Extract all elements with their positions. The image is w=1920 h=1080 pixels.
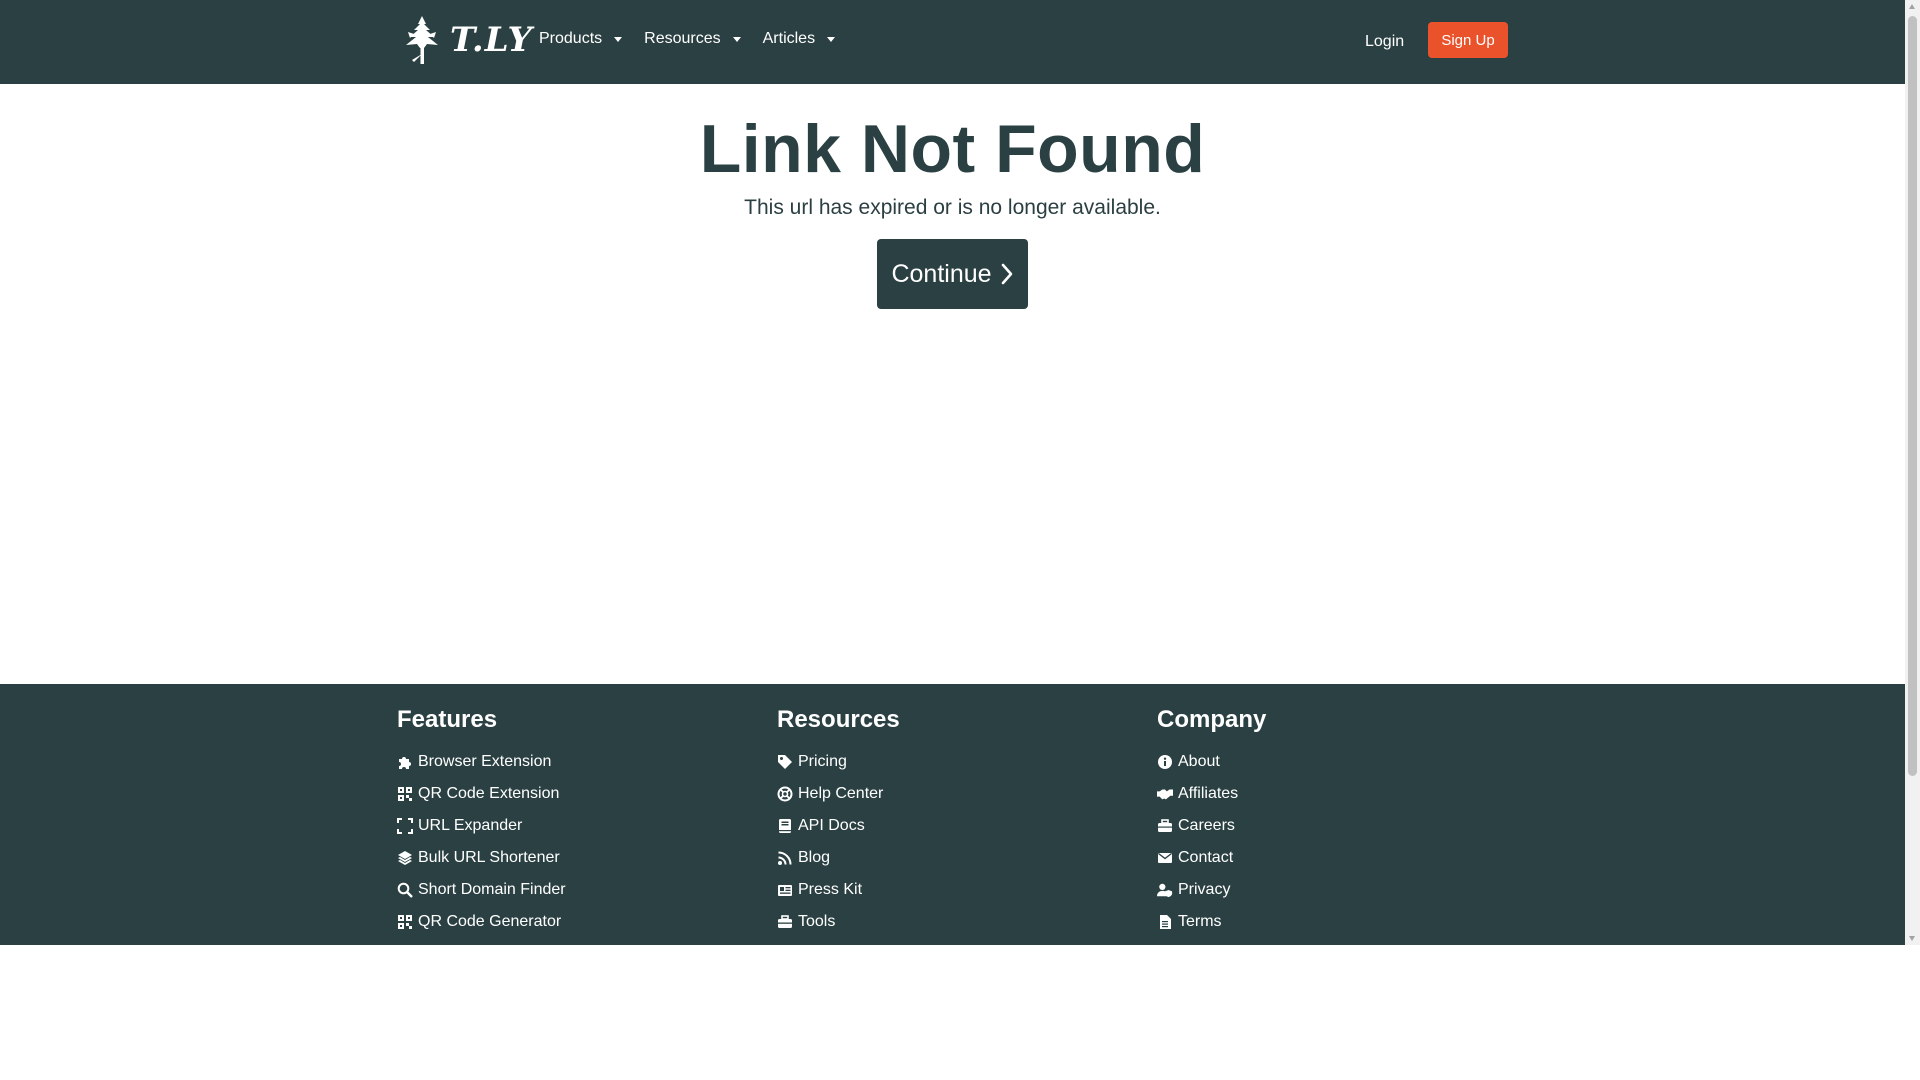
nav-articles[interactable]: Articles bbox=[762, 30, 836, 48]
footer-link-privacy[interactable]: Privacy bbox=[1157, 874, 1266, 906]
brand-logo-link[interactable]: T.LY bbox=[400, 12, 533, 68]
handshake-icon bbox=[1157, 786, 1173, 802]
qrcode-icon bbox=[397, 786, 413, 802]
brand-name: T.LY bbox=[450, 20, 533, 60]
footer-link-terms[interactable]: Terms bbox=[1157, 906, 1266, 938]
footer-link-label: QR Code Generator bbox=[418, 913, 562, 930]
main-content: Link Not Found This url has expired or i… bbox=[0, 84, 1905, 684]
top-navbar: T.LY Products Resources Articles Login S… bbox=[0, 0, 1905, 84]
file-icon bbox=[1157, 914, 1173, 930]
user-shield-icon bbox=[1157, 882, 1173, 898]
footer-link-press-kit[interactable]: Press Kit bbox=[777, 874, 900, 906]
nav-articles-label: Articles bbox=[762, 30, 816, 47]
signup-button[interactable]: Sign Up bbox=[1428, 22, 1508, 58]
toolbox-icon bbox=[777, 914, 793, 930]
page-title: Link Not Found bbox=[699, 111, 1206, 187]
footer-link-label: URL Expander bbox=[418, 817, 523, 834]
site-footer: Features Browser Extension QR Code Exten… bbox=[0, 684, 1905, 945]
expand-icon bbox=[397, 818, 413, 834]
footer-link-affiliates[interactable]: Affiliates bbox=[1157, 778, 1266, 810]
footer-heading-company: Company bbox=[1157, 706, 1267, 733]
footer-link-label: Browser Extension bbox=[418, 753, 552, 770]
footer-link-label: About bbox=[1178, 753, 1220, 770]
footer-link-pricing[interactable]: Pricing bbox=[777, 746, 900, 778]
footer-link-browser-extension[interactable]: Browser Extension bbox=[397, 746, 566, 778]
footer-link-label: API Docs bbox=[798, 817, 865, 834]
footer-link-label: Affiliates bbox=[1178, 785, 1239, 802]
book-icon bbox=[777, 818, 793, 834]
footer-link-careers[interactable]: Careers bbox=[1157, 810, 1266, 842]
caret-down-icon bbox=[732, 36, 741, 42]
page-subtitle: This url has expired or is no longer ava… bbox=[744, 196, 1161, 219]
puzzle-icon bbox=[397, 754, 413, 770]
footer-link-label: Short Domain Finder bbox=[418, 881, 566, 898]
briefcase-icon bbox=[1157, 818, 1173, 834]
nav-products-label: Products bbox=[539, 30, 603, 47]
footer-link-url-expander[interactable]: URL Expander bbox=[397, 810, 566, 842]
footer-link-blog[interactable]: Blog bbox=[777, 842, 900, 874]
nav-products[interactable]: Products bbox=[539, 30, 623, 48]
footer-link-label: Privacy bbox=[1178, 881, 1231, 898]
footer-link-label: QR Code Extension bbox=[418, 785, 560, 802]
footer-link-label: Blog bbox=[798, 849, 831, 866]
footer-link-label: Bulk URL Shortener bbox=[418, 849, 560, 866]
footer-col-resources: Resources Pricing Help Center API Docs B… bbox=[777, 706, 900, 938]
scroll-up-arrow-icon[interactable] bbox=[1909, 4, 1915, 9]
footer-link-label: Contact bbox=[1178, 849, 1234, 866]
footer-link-label: Press Kit bbox=[798, 881, 863, 898]
footer-link-qr-code-generator[interactable]: QR Code Generator bbox=[397, 906, 566, 938]
footer-col-company: Company About Affiliates Careers Contact… bbox=[1157, 706, 1266, 938]
footer-link-bulk-url-shortener[interactable]: Bulk URL Shortener bbox=[397, 842, 566, 874]
tree-logo-icon bbox=[400, 14, 444, 66]
qrcode-icon bbox=[397, 914, 413, 930]
tag-icon bbox=[777, 754, 793, 770]
chevron-right-icon bbox=[1001, 263, 1012, 285]
footer-link-label: Help Center bbox=[798, 785, 884, 802]
scrollbar-thumb[interactable] bbox=[1908, 16, 1917, 776]
envelope-icon bbox=[1157, 850, 1173, 866]
lifebuoy-icon bbox=[777, 786, 793, 802]
caret-down-icon bbox=[827, 36, 836, 42]
nav-resources-label: Resources bbox=[644, 30, 721, 47]
footer-col-features: Features Browser Extension QR Code Exten… bbox=[397, 706, 566, 938]
newspaper-icon bbox=[777, 882, 793, 898]
main-menu: Products Resources Articles bbox=[539, 30, 857, 48]
rss-icon bbox=[777, 850, 793, 866]
footer-link-label: Careers bbox=[1178, 817, 1235, 834]
layers-icon bbox=[397, 850, 413, 866]
footer-link-qr-code-extension[interactable]: QR Code Extension bbox=[397, 778, 566, 810]
footer-heading-resources: Resources bbox=[777, 706, 900, 733]
login-link[interactable]: Login bbox=[1365, 33, 1404, 51]
vertical-scrollbar[interactable] bbox=[1905, 0, 1920, 945]
footer-link-about[interactable]: About bbox=[1157, 746, 1266, 778]
blank-area bbox=[0, 945, 1920, 1080]
search-icon bbox=[397, 882, 413, 898]
continue-button[interactable]: Continue bbox=[877, 239, 1028, 309]
footer-link-short-domain-finder[interactable]: Short Domain Finder bbox=[397, 874, 566, 906]
footer-link-label: Terms bbox=[1178, 913, 1222, 930]
scroll-down-arrow-icon[interactable] bbox=[1909, 936, 1915, 941]
footer-link-api-docs[interactable]: API Docs bbox=[777, 810, 900, 842]
footer-link-help-center[interactable]: Help Center bbox=[777, 778, 900, 810]
nav-resources[interactable]: Resources bbox=[644, 30, 741, 48]
footer-heading-features: Features bbox=[397, 706, 498, 733]
footer-link-tools[interactable]: Tools bbox=[777, 906, 900, 938]
browser-viewport: T.LY Products Resources Articles Login S… bbox=[0, 0, 1905, 945]
info-icon bbox=[1157, 754, 1173, 770]
footer-link-label: Pricing bbox=[798, 753, 847, 770]
continue-label: Continue bbox=[891, 259, 992, 288]
caret-down-icon bbox=[614, 36, 623, 42]
footer-link-label: Tools bbox=[798, 913, 836, 930]
footer-link-contact[interactable]: Contact bbox=[1157, 842, 1266, 874]
